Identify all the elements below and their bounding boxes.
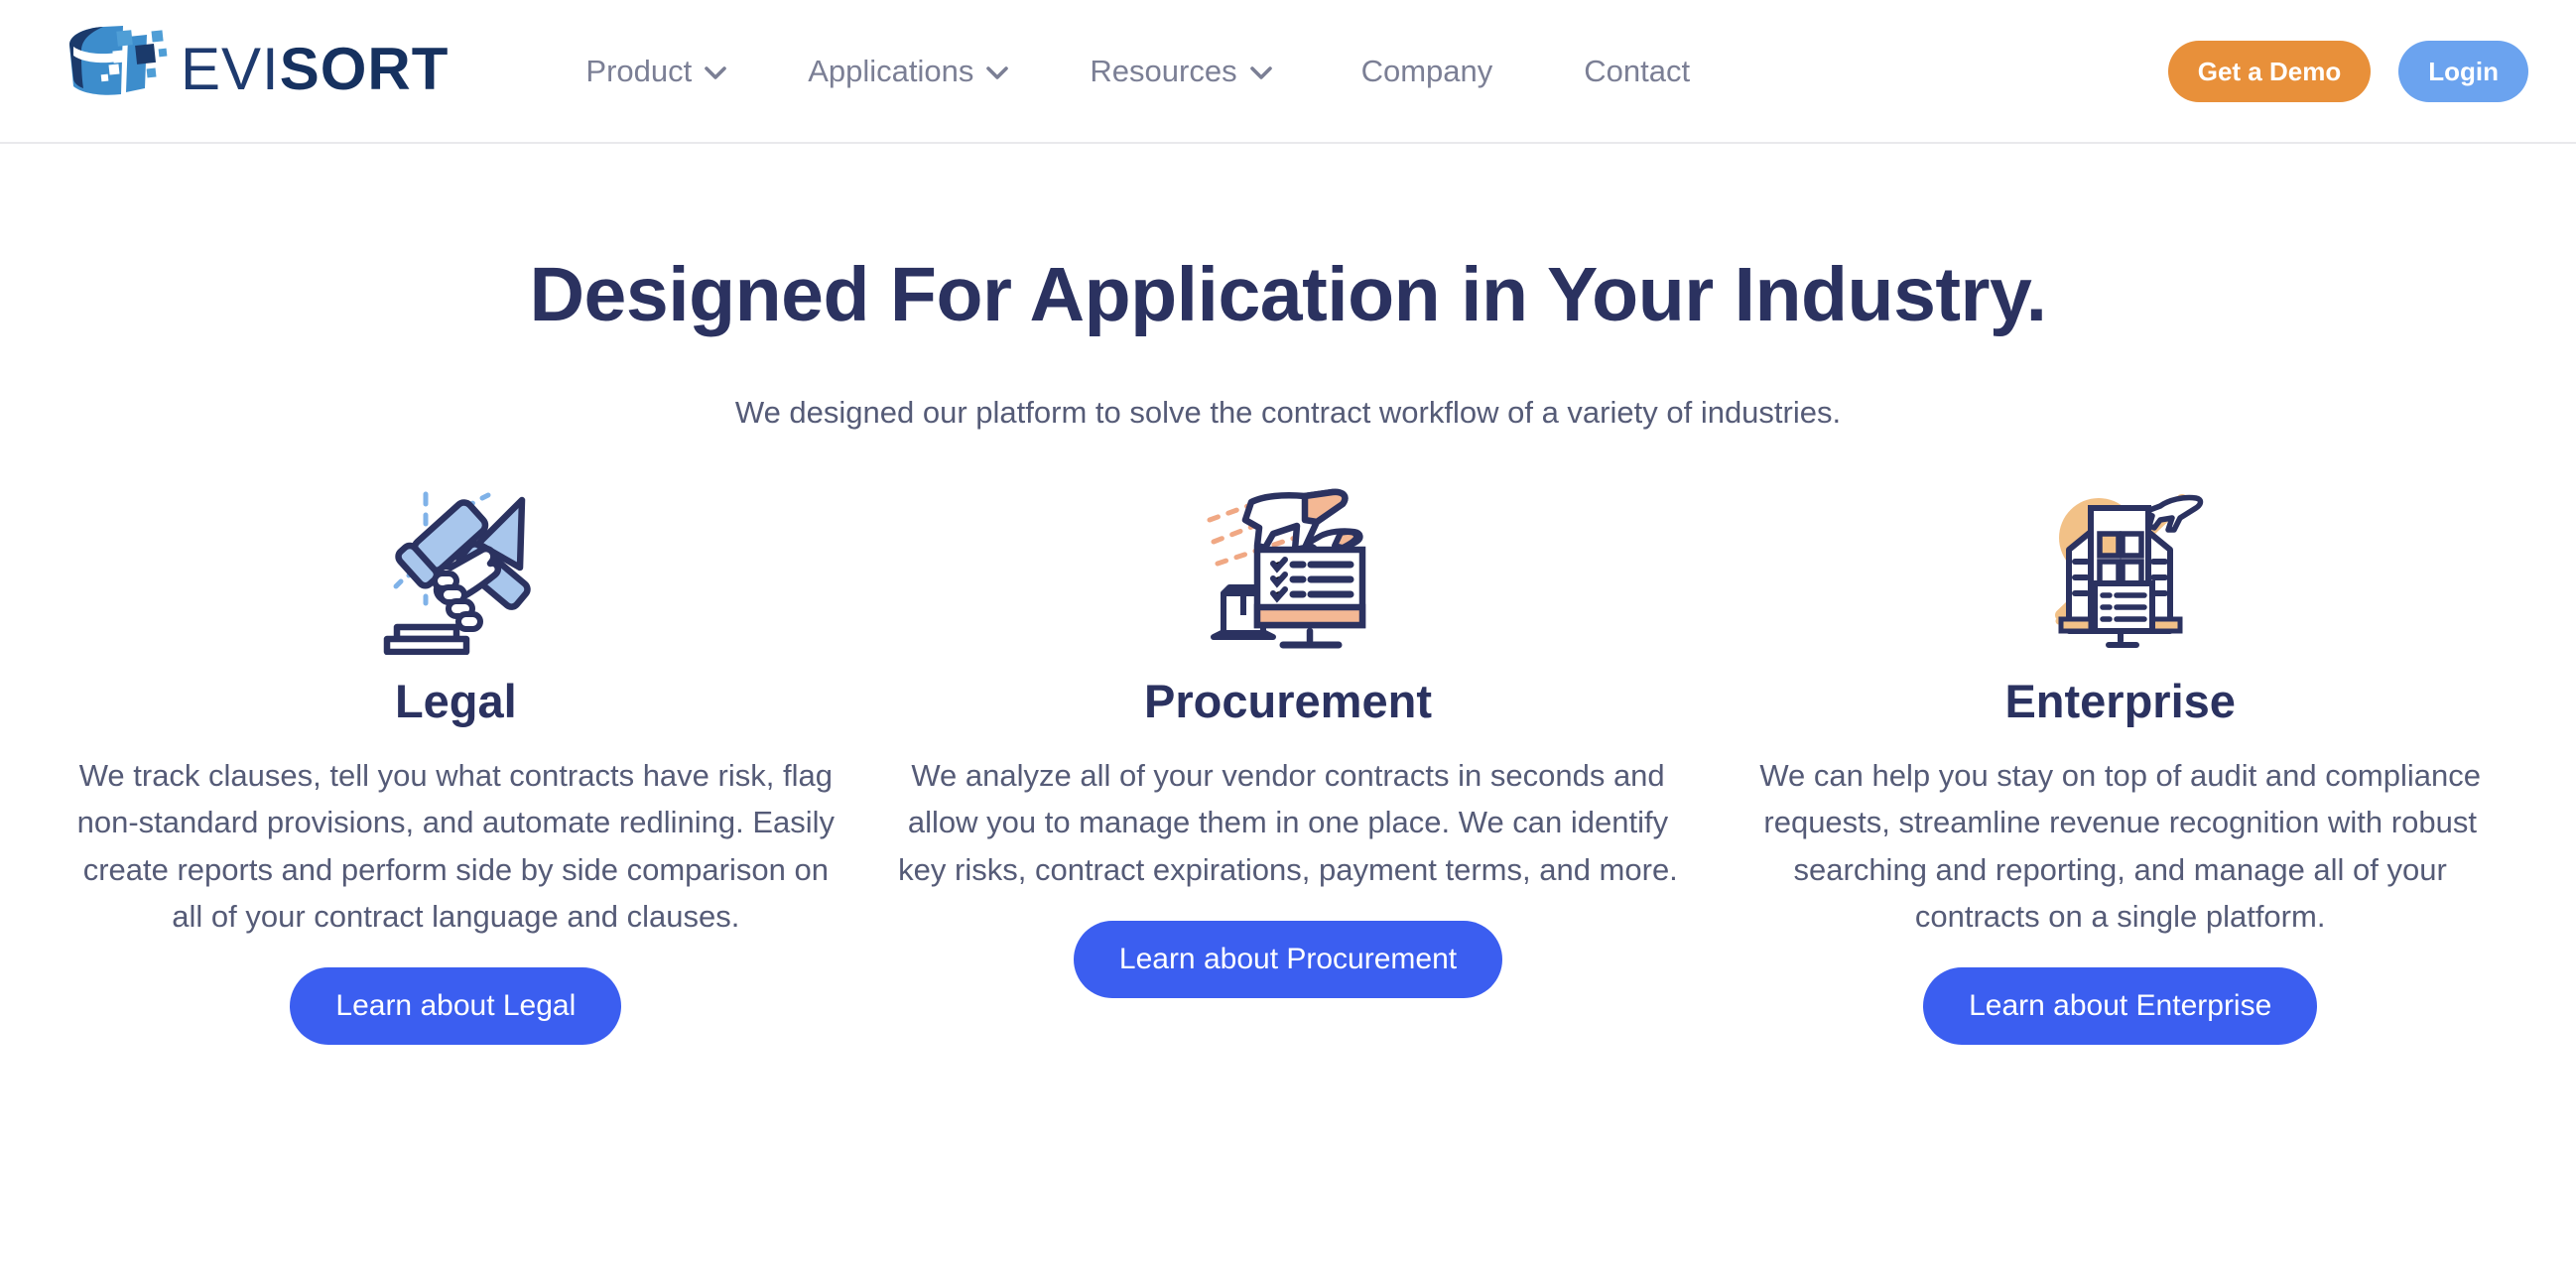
nav-item-label: Company — [1360, 53, 1493, 88]
nav-item-label: Resources — [1090, 53, 1237, 88]
airplane-monitor-checklist-icon — [1202, 474, 1375, 658]
chevron-down-icon — [986, 65, 1009, 79]
brand-name-light: EVI — [181, 35, 280, 102]
evisort-cylinder-logo-icon — [52, 17, 171, 126]
gavel-icon — [371, 474, 540, 658]
hero-section: Designed For Application in Your Industr… — [0, 144, 2576, 431]
card-enterprise: Enterprise We can help you stay on top o… — [1704, 474, 2536, 1045]
page-title: Designed For Application in Your Industr… — [529, 252, 2047, 337]
header-actions: Get a Demo Login — [2167, 40, 2528, 102]
card-body: We can help you stay on top of audit and… — [1759, 758, 2481, 934]
nav-item-label: Applications — [808, 53, 974, 88]
brand-name-bold: SORT — [279, 35, 450, 102]
nav-item-label: Contact — [1584, 53, 1691, 88]
nav-item-applications[interactable]: Applications — [808, 44, 1009, 99]
nav-item-resources[interactable]: Resources — [1090, 44, 1272, 99]
nav-item-label: Product — [585, 53, 693, 88]
brand-wordmark: EVISORT — [181, 39, 449, 103]
industry-cards: Legal We track clauses, tell you what co… — [0, 474, 2576, 1045]
main-navigation: Product Applications Resources Company C… — [585, 44, 2167, 99]
card-title: Enterprise — [2004, 674, 2236, 727]
card-body: We track clauses, tell you what contract… — [76, 758, 836, 934]
card-procurement: Procurement We analyze all of your vendo… — [872, 474, 1705, 998]
page-subtitle: We designed our platform to solve the co… — [734, 394, 1842, 430]
card-title: Legal — [394, 674, 517, 727]
get-a-demo-button[interactable]: Get a Demo — [2167, 40, 2372, 102]
card-legal: Legal We track clauses, tell you what co… — [40, 474, 872, 1045]
office-buildings-icon — [2033, 474, 2207, 658]
nav-item-company[interactable]: Company — [1361, 44, 1493, 99]
nav-item-product[interactable]: Product — [585, 44, 727, 99]
card-body: We analyze all of your vendor contracts … — [898, 758, 1678, 887]
learn-about-legal-button[interactable]: Learn about Legal — [290, 966, 622, 1045]
learn-about-enterprise-button[interactable]: Learn about Enterprise — [1923, 966, 2318, 1045]
learn-about-procurement-button[interactable]: Learn about Procurement — [1073, 920, 1503, 998]
nav-item-contact[interactable]: Contact — [1584, 44, 1690, 99]
brand-logo[interactable]: EVISORT — [52, 17, 449, 126]
chevron-down-icon — [1249, 65, 1272, 79]
chevron-down-icon — [705, 65, 727, 79]
site-header: EVISORT Product Applications Resources C… — [0, 0, 2576, 144]
login-button[interactable]: Login — [2398, 40, 2528, 102]
card-title: Procurement — [1144, 674, 1432, 727]
